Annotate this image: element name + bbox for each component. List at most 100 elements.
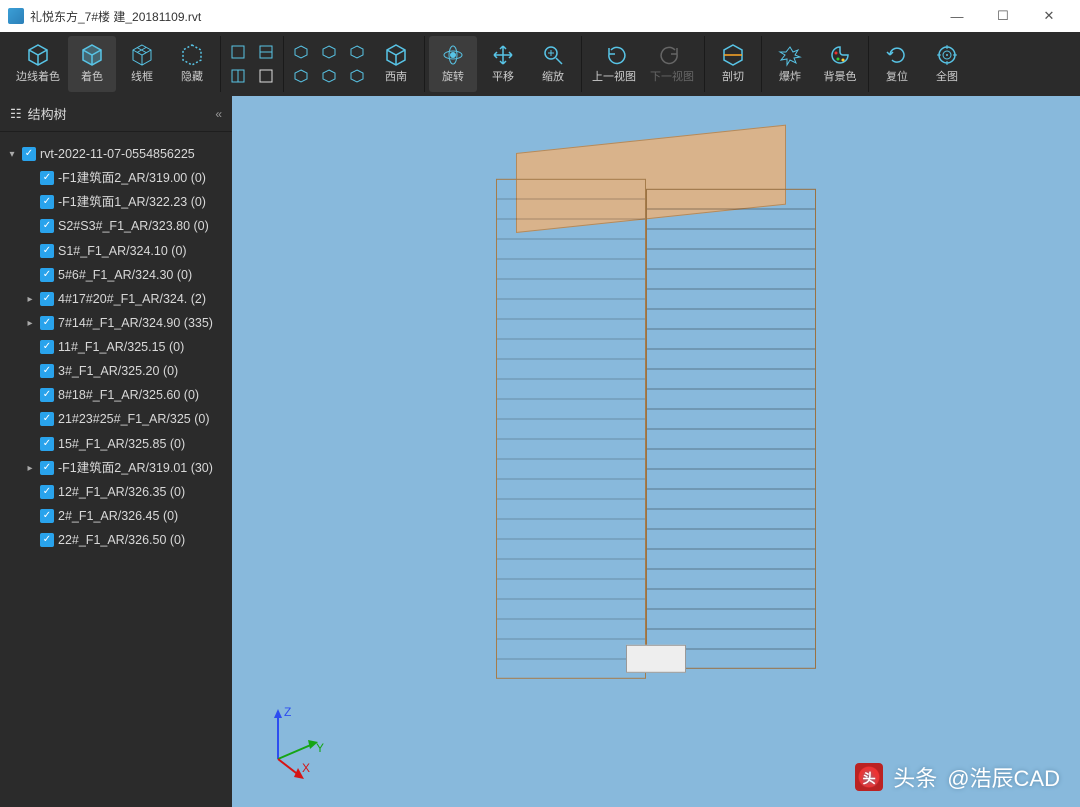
expand-icon[interactable] (24, 435, 36, 438)
shade-button[interactable]: 着色 (68, 36, 116, 92)
pan-button[interactable]: 平移 (479, 36, 527, 92)
close-button[interactable]: ✕ (1026, 0, 1072, 32)
checkbox[interactable] (40, 316, 54, 330)
wireframe-button[interactable]: 线框 (118, 36, 166, 92)
tree-node[interactable]: ▸ 7#14#_F1_AR/324.90 (335) (22, 311, 226, 335)
tree-node[interactable]: 8#18#_F1_AR/325.60 (0) (22, 383, 226, 407)
prev-view-button[interactable]: 上一视图 (586, 36, 642, 92)
view-left-button[interactable] (225, 65, 251, 87)
expand-icon[interactable]: ▾ (6, 145, 18, 163)
bgcolor-button[interactable]: 背景色 (816, 36, 864, 92)
checkbox[interactable] (40, 461, 54, 475)
next-view-button[interactable]: 下一视图 (644, 36, 700, 92)
expand-icon[interactable]: ▸ (24, 459, 36, 477)
hide-button[interactable]: 隐藏 (168, 36, 216, 92)
checkbox[interactable] (40, 485, 54, 499)
section-button[interactable]: 剖切 (709, 36, 757, 92)
checkbox[interactable] (40, 195, 54, 209)
expand-icon[interactable] (24, 362, 36, 365)
tree-node[interactable]: S1#_F1_AR/324.10 (0) (22, 239, 226, 263)
tree-node[interactable]: 21#23#25#_F1_AR/325 (0) (22, 407, 226, 431)
checkbox[interactable] (40, 437, 54, 451)
tree-node[interactable]: 11#_F1_AR/325.15 (0) (22, 335, 226, 359)
fit-icon (936, 44, 958, 66)
node-label: 2#_F1_AR/326.45 (0) (58, 507, 224, 525)
explode-icon (779, 44, 801, 66)
minimize-button[interactable]: — (934, 0, 980, 32)
tree-root[interactable]: ▾ rvt-2022-11-07-0554856225 (4, 142, 226, 166)
checkbox[interactable] (40, 219, 54, 233)
maximize-button[interactable]: ☐ (980, 0, 1026, 32)
building-model[interactable] (496, 138, 816, 678)
checkbox[interactable] (40, 171, 54, 185)
structure-tree[interactable]: ▾ rvt-2022-11-07-0554856225 -F1建筑面2_AR/3… (0, 132, 232, 807)
iso-nw-button[interactable] (316, 41, 342, 63)
node-label: 3#_F1_AR/325.20 (0) (58, 362, 224, 380)
viewport-3d[interactable]: Z Y X 头 头条 @浩辰CAD (232, 96, 1080, 807)
iso-6-button[interactable] (344, 65, 370, 87)
expand-icon[interactable] (24, 507, 36, 510)
checkbox[interactable] (40, 509, 54, 523)
tree-node[interactable]: ▸4#17#20#_F1_AR/324. (2) (22, 287, 226, 311)
checkbox[interactable] (40, 340, 54, 354)
expand-icon[interactable] (24, 338, 36, 341)
expand-icon[interactable] (24, 169, 36, 172)
explode-button[interactable]: 爆炸 (766, 36, 814, 92)
iso-icon (348, 43, 366, 61)
toolbar: 边线着色 着色 线框 隐藏 (0, 32, 1080, 96)
tree-node[interactable]: 12#_F1_AR/326.35 (0) (22, 480, 226, 504)
tree-node[interactable]: 15#_F1_AR/325.85 (0) (22, 432, 226, 456)
node-label: -F1建筑面2_AR/319.01 (30) (58, 459, 224, 477)
tree-node[interactable]: 22#_F1_AR/326.50 (0) (22, 528, 226, 552)
tree-node[interactable]: ▸ -F1建筑面2_AR/319.01 (30) (22, 456, 226, 480)
iso-5-button[interactable] (316, 65, 342, 87)
tree-node[interactable]: S2#S3#_F1_AR/323.80 (0) (22, 214, 226, 238)
expand-icon[interactable]: ▸ (24, 314, 36, 332)
checkbox[interactable] (40, 244, 54, 258)
expand-icon[interactable] (24, 193, 36, 196)
view-front-button[interactable] (253, 41, 279, 63)
rotate-button[interactable]: 旋转 (429, 36, 477, 92)
view-right-button[interactable] (253, 65, 279, 87)
redo-view-icon (661, 44, 683, 66)
southwest-button[interactable]: 西南 (372, 36, 420, 92)
checkbox[interactable] (22, 147, 36, 161)
checkbox[interactable] (40, 533, 54, 547)
node-label: 7#14#_F1_AR/324.90 (335) (58, 314, 224, 332)
tree-node[interactable]: -F1建筑面1_AR/322.23 (0) (22, 190, 226, 214)
tree-icon: ☷ (10, 106, 22, 122)
tree-node[interactable]: 3#_F1_AR/325.20 (0) (22, 359, 226, 383)
expand-icon[interactable] (24, 242, 36, 245)
collapse-sidebar-button[interactable]: « (215, 107, 222, 121)
fit-all-button[interactable]: 全图 (923, 36, 971, 92)
checkbox[interactable] (40, 364, 54, 378)
iso-ne-button[interactable] (288, 41, 314, 63)
expand-icon[interactable] (24, 483, 36, 486)
view-icon (229, 43, 247, 61)
expand-icon[interactable] (24, 386, 36, 389)
zoom-button[interactable]: 缩放 (529, 36, 577, 92)
expand-icon[interactable] (24, 531, 36, 534)
axis-gizmo[interactable]: Z Y X (258, 704, 338, 789)
node-label: rvt-2022-11-07-0554856225 (40, 145, 224, 163)
expand-icon[interactable]: ▸ (24, 290, 36, 308)
expand-icon[interactable] (24, 217, 36, 220)
view-icon (257, 43, 275, 61)
checkbox[interactable] (40, 412, 54, 426)
iso-sw-button[interactable] (288, 65, 314, 87)
node-label: 21#23#25#_F1_AR/325 (0) (58, 410, 224, 428)
tree-node[interactable]: -F1建筑面2_AR/319.00 (0) (22, 166, 226, 190)
reset-button[interactable]: 复位 (873, 36, 921, 92)
view-top-button[interactable] (225, 41, 251, 63)
tree-node[interactable]: 5#6#_F1_AR/324.30 (0) (22, 263, 226, 287)
label: 隐藏 (181, 68, 203, 84)
checkbox[interactable] (40, 388, 54, 402)
iso-se-button[interactable] (344, 41, 370, 63)
tree-node[interactable]: 2#_F1_AR/326.45 (0) (22, 504, 226, 528)
checkbox[interactable] (40, 292, 54, 306)
label: 下一视图 (650, 68, 694, 84)
shade-edges-button[interactable]: 边线着色 (10, 36, 66, 92)
expand-icon[interactable] (24, 266, 36, 269)
checkbox[interactable] (40, 268, 54, 282)
expand-icon[interactable] (24, 410, 36, 413)
